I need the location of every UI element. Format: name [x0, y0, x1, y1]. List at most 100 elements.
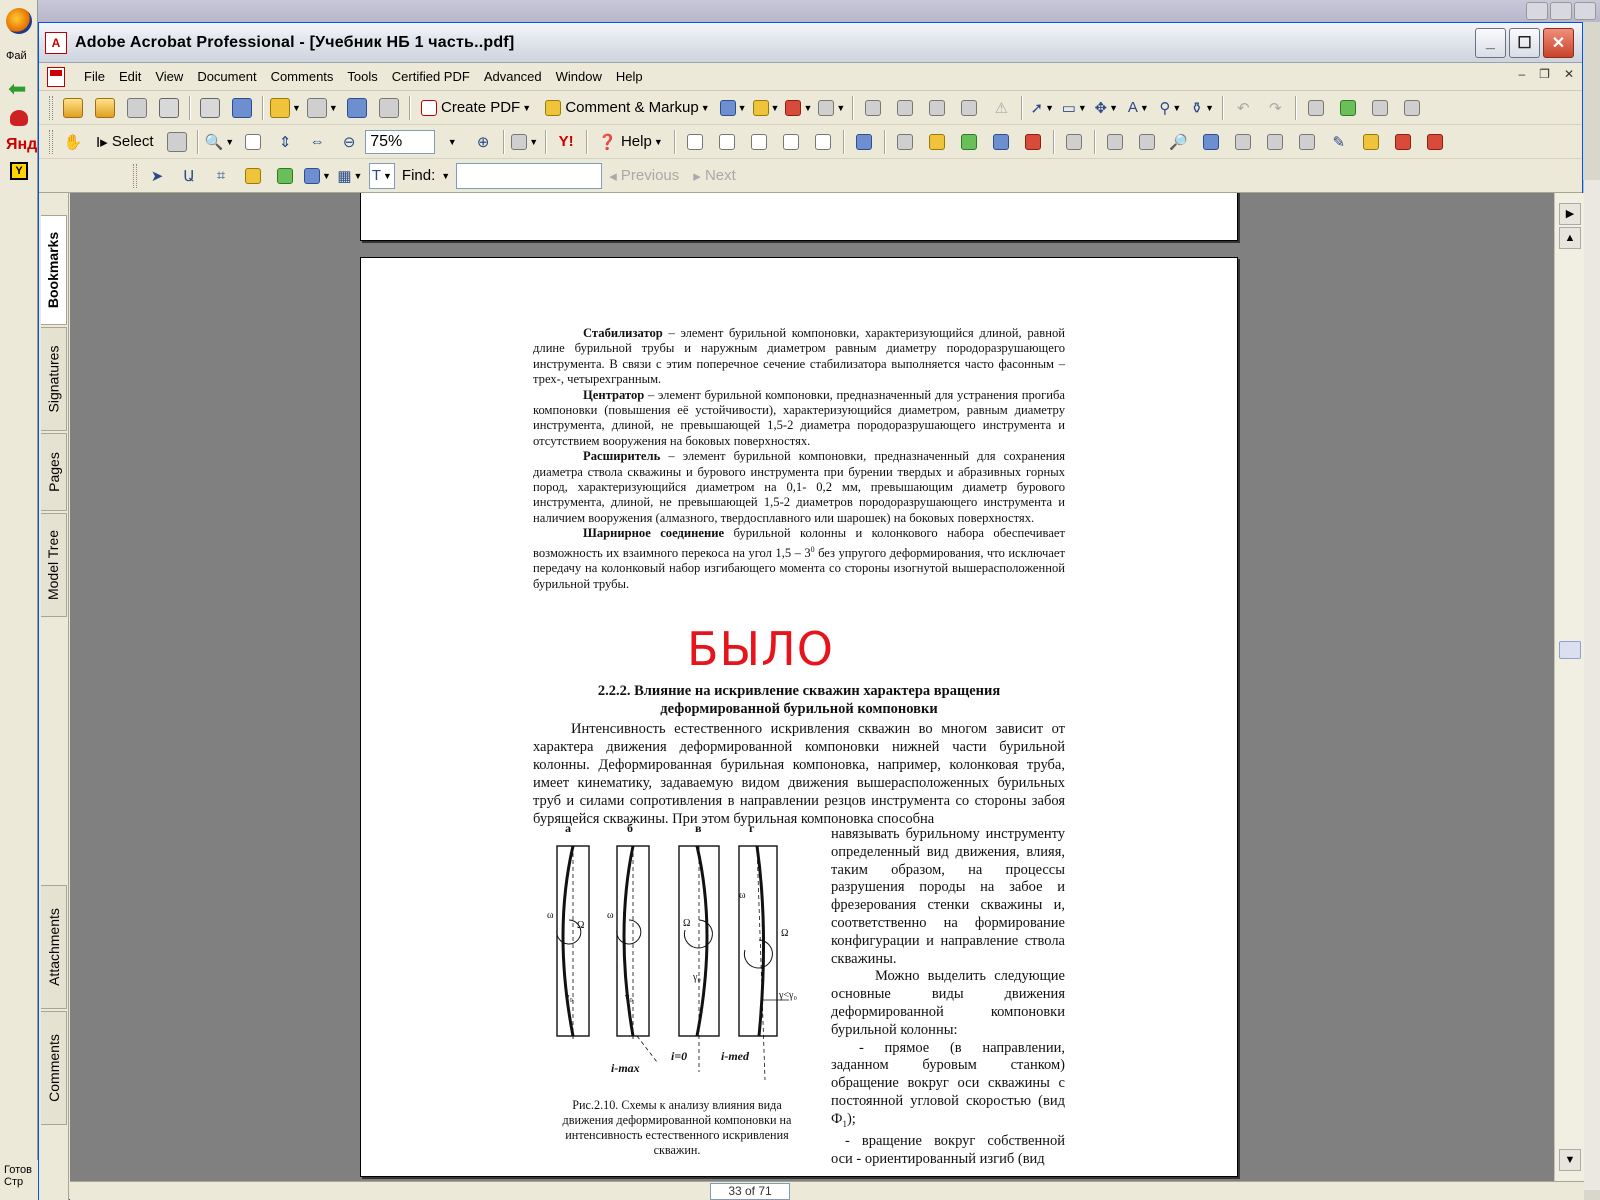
close-button[interactable]: ✕ — [1543, 28, 1574, 58]
crop-tool[interactable]: ⌗ — [208, 163, 234, 189]
tab-signatures[interactable]: Signatures — [41, 327, 67, 431]
organizer-button[interactable] — [92, 95, 118, 121]
tab-pages[interactable]: Pages — [41, 433, 67, 511]
yandex-box-icon[interactable]: Y — [10, 162, 28, 180]
toolbar-grip[interactable] — [49, 95, 53, 120]
attach-button[interactable]: ▼ — [306, 95, 338, 121]
redo-button[interactable]: ↷ — [1262, 95, 1288, 121]
secure-button[interactable]: ▼ — [752, 95, 779, 121]
search-button[interactable] — [376, 95, 402, 121]
previous-button[interactable]: ◂ Previous — [605, 163, 683, 189]
zoom-dropdown[interactable]: ▼ — [438, 129, 464, 155]
select-object-button[interactable]: ➚ ▼ — [1029, 95, 1055, 121]
doc-minimize-button[interactable]: – — [1518, 67, 1525, 81]
zoom-field[interactable]: 75% — [365, 129, 436, 154]
extra-1-button[interactable] — [1303, 95, 1329, 121]
create-pdf-button[interactable]: Create PDF ▼ — [417, 95, 535, 121]
minimize-button[interactable]: _ — [1475, 28, 1506, 58]
help-button[interactable]: ❓ Help ▼ — [594, 129, 667, 155]
extra-4-button[interactable] — [1399, 95, 1425, 121]
tool-1-button[interactable] — [860, 95, 886, 121]
snapshot-button[interactable] — [164, 129, 190, 155]
adv-tool-8[interactable]: ✎ — [1326, 129, 1352, 155]
open-button[interactable] — [60, 95, 86, 121]
title-bar[interactable]: A Adobe Acrobat Professional - [Учебник … — [39, 23, 1582, 63]
doc-tool-1[interactable] — [892, 129, 918, 155]
adv-tool-4[interactable] — [1198, 129, 1224, 155]
link-tool-button[interactable]: ⚲ ▼ — [1157, 95, 1183, 121]
article-tool-button[interactable]: ⚱ ▼ — [1189, 95, 1215, 121]
scroll-up-button[interactable]: ▲ — [1559, 227, 1581, 249]
review-button[interactable]: ▼ — [719, 95, 747, 121]
menu-view[interactable]: View — [148, 69, 190, 84]
menu-tools[interactable]: Tools — [340, 69, 384, 84]
export-button[interactable] — [229, 95, 255, 121]
menu-certified-pdf[interactable]: Certified PDF — [385, 69, 477, 84]
tab-model-tree[interactable]: Model Tree — [41, 513, 67, 617]
sign-button[interactable]: ▼ — [785, 95, 812, 121]
find-dropdown[interactable]: ▼ — [441, 171, 450, 181]
adv-tool-11[interactable] — [1422, 129, 1448, 155]
next-button[interactable]: ▸ Next — [689, 163, 740, 189]
menu-edit[interactable]: Edit — [112, 69, 148, 84]
menu-document[interactable]: Document — [190, 69, 263, 84]
document-icon[interactable] — [47, 66, 65, 87]
touchup-text-tool[interactable]: Ա — [176, 163, 202, 189]
link-tool[interactable] — [240, 163, 266, 189]
background-menu-label[interactable]: Фай — [6, 50, 27, 62]
zoom-in-button[interactable]: ⊕ — [470, 129, 496, 155]
adv-tool-7[interactable] — [1294, 129, 1320, 155]
menu-advanced[interactable]: Advanced — [477, 69, 549, 84]
adv-tool-1[interactable] — [1102, 129, 1128, 155]
page-tool-4[interactable] — [778, 129, 804, 155]
expand-panel-button[interactable]: ▶ — [1559, 203, 1581, 225]
extra-3-button[interactable] — [1367, 95, 1393, 121]
back-arrow-icon[interactable]: ⬅ — [8, 78, 32, 100]
page-tool-3[interactable] — [746, 129, 772, 155]
page-layout-button[interactable]: ▼ — [511, 129, 538, 155]
background-scrollbar[interactable] — [1583, 180, 1600, 1190]
menu-file[interactable]: File — [77, 69, 112, 84]
tab-bookmarks[interactable]: Bookmarks — [41, 215, 67, 325]
doc-tool-5[interactable] — [1020, 129, 1046, 155]
adv-tool-10[interactable] — [1390, 129, 1416, 155]
forms-button[interactable]: ▼ — [818, 95, 845, 121]
doc-close-button[interactable]: ✕ — [1564, 67, 1574, 81]
undo-button[interactable]: ↶ — [1230, 95, 1256, 121]
fit-page-button[interactable]: ⇕ — [272, 129, 298, 155]
page-tool-2[interactable] — [714, 129, 740, 155]
tab-comments[interactable]: Comments — [41, 1011, 67, 1125]
text-box-tool[interactable]: T ▼ — [368, 162, 395, 189]
doc-tool-4[interactable] — [988, 129, 1014, 155]
warning-button[interactable]: ⚠ — [988, 95, 1014, 121]
red-bookmark-icon[interactable] — [10, 110, 28, 126]
adv-tool-9[interactable] — [1358, 129, 1384, 155]
menu-window[interactable]: Window — [549, 69, 609, 84]
page-tool-5[interactable] — [810, 129, 836, 155]
acrobat-icon[interactable]: A — [45, 31, 67, 54]
3d-tool[interactable] — [272, 163, 298, 189]
hand-tool-button[interactable]: ✋ — [60, 129, 86, 155]
tool-4-button[interactable] — [956, 95, 982, 121]
document-area[interactable]: Стабилизатор – элемент бурильной компоно… — [70, 193, 1554, 1181]
scroll-thumb[interactable] — [1559, 641, 1581, 659]
maximize-button[interactable]: ☐ — [1509, 28, 1540, 58]
save-button[interactable] — [124, 95, 150, 121]
pdf-page[interactable]: Стабилизатор – элемент бурильной компоно… — [360, 257, 1238, 1177]
toolbar-grip[interactable] — [133, 163, 137, 188]
comment-markup-button[interactable]: Comment & Markup ▼ — [541, 95, 713, 121]
rectangle-button[interactable]: ▭ ▼ — [1061, 95, 1087, 121]
doc-tool-6[interactable] — [1061, 129, 1087, 155]
page-indicator[interactable]: 33 of 71 — [710, 1183, 790, 1200]
menu-help[interactable]: Help — [609, 69, 650, 84]
actual-size-button[interactable] — [240, 129, 266, 155]
find-input[interactable] — [456, 162, 603, 189]
adv-tool-3[interactable]: 🔎 — [1166, 129, 1192, 155]
print-button[interactable] — [156, 95, 182, 121]
select-object-tool[interactable]: ➤ — [144, 163, 170, 189]
toolbar-grip[interactable] — [49, 129, 53, 154]
doc-restore-button[interactable]: ❐ — [1539, 67, 1550, 81]
form-field-tool[interactable]: ▼ — [304, 163, 331, 189]
email-button[interactable] — [344, 95, 370, 121]
tab-attachments[interactable]: Attachments — [41, 885, 67, 1009]
